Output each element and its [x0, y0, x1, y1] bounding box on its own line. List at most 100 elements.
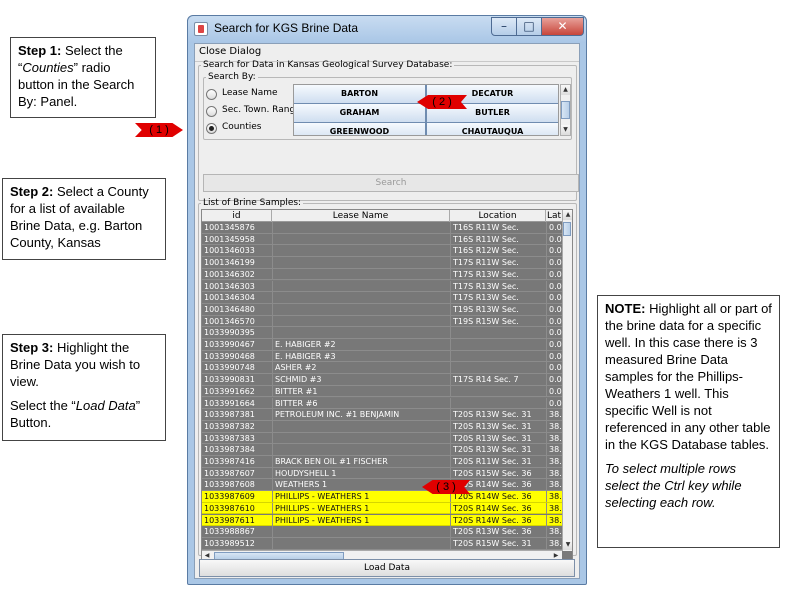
close-window-button[interactable]: ✕: [541, 17, 584, 36]
table-row[interactable]: 1001346480 T19S R13W Sec. 0.0: [202, 303, 562, 316]
app-window: Search for KGS Brine Data – □ ✕ Close Di…: [187, 15, 587, 585]
table-row[interactable]: 1033987416 BRACK BEN OIL #1 FISCHER T20S R…: [202, 456, 562, 468]
note-italic: To select multiple rows select the Ctrl …: [605, 461, 742, 510]
cell-id: 1033990467: [204, 340, 255, 349]
cell-lease-name: [272, 268, 450, 280]
county-graham[interactable]: GRAHAM: [294, 103, 426, 123]
cell-lat: 0.0: [546, 327, 562, 339]
col-header-id[interactable]: id: [202, 210, 272, 222]
county-scrollbar[interactable]: ▲ ▼: [560, 84, 571, 136]
cell-id: 1001346302: [204, 269, 255, 279]
table-row[interactable]: 1033991662 BITTER #1 0.0: [202, 385, 562, 398]
load-data-button[interactable]: Load Data: [199, 559, 575, 577]
cell-location: T20S R13W Sec. 31: [450, 409, 546, 421]
table-row[interactable]: 1001346302 T17S R13W Sec. 0.0: [202, 268, 562, 281]
table-row[interactable]: 1033987609 PHILLIPS - WEATHERS 1 T20S R14W…: [202, 491, 562, 503]
maximize-button[interactable]: □: [516, 17, 542, 36]
cell-lat: 38.26: [546, 409, 562, 421]
col-header-lat[interactable]: Lat: [546, 210, 562, 222]
cell-location: T20S R15W Sec. 36: [450, 467, 546, 479]
county-greenwood[interactable]: GREENWOOD: [294, 122, 426, 135]
table-row[interactable]: 1033987384 T20S R13W Sec. 3138.26: [202, 444, 562, 456]
col-header-lease[interactable]: Lease Name: [272, 210, 450, 222]
cell-lat: 0.0: [546, 374, 562, 386]
table-row[interactable]: 1033987383 T20S R13W Sec. 3138.26: [202, 432, 562, 445]
table-row[interactable]: 1001346199 T17S R11W Sec. 0.0: [202, 257, 562, 269]
cell-location: T20S R11W Sec. 31: [450, 456, 546, 467]
col-header-location[interactable]: Location: [450, 210, 546, 222]
menu-close-dialog[interactable]: Close Dialog: [199, 46, 261, 57]
cell-id: 1001346570: [204, 316, 255, 326]
radio-lease-name-label: Lease Name: [222, 88, 278, 98]
table-scroll-up-icon[interactable]: ▲: [563, 210, 572, 220]
cell-lat: 38.26: [546, 514, 562, 526]
step1-em: Counties: [22, 60, 74, 75]
radio-counties-indicator[interactable]: [206, 123, 217, 134]
table-row[interactable]: 1033990395 0.0: [202, 327, 562, 339]
table-row[interactable]: 1033988867 T20S R13W Sec. 3638.26: [202, 526, 562, 538]
radio-lease-name-indicator[interactable]: [206, 89, 217, 100]
table-row[interactable]: 1033990748 ASHER #2 0.0: [202, 362, 562, 375]
table-row[interactable]: 1033987611 PHILLIPS - WEATHERS 1 T20S R14W…: [202, 514, 562, 527]
table-vscroll-thumb[interactable]: [563, 222, 571, 236]
note-box: NOTE: Highlight all or part of the brine…: [597, 295, 780, 548]
table-row[interactable]: 1001346304 T17S R13W Sec. 0.0: [202, 292, 562, 304]
cell-lease-name: [272, 432, 450, 444]
table-row[interactable]: 1033987610 PHILLIPS - WEATHERS 1 T20S R14W…: [202, 502, 562, 515]
cell-location: T17S R14 Sec. 7: [450, 374, 546, 386]
table-row[interactable]: 1001345876 T16S R11W Sec. 0.0: [202, 222, 562, 234]
cell-lease-name: [272, 537, 450, 549]
cell-id: 1033987381: [204, 410, 255, 420]
cell-lease-name: [272, 444, 450, 456]
table-row[interactable]: 1001346303 T17S R13W Sec. 0.0: [202, 280, 562, 293]
cell-location: [450, 362, 546, 374]
county-chautauqua[interactable]: CHAUTAUQUA: [426, 122, 558, 135]
cell-lease-name: E. HABIGER #3: [272, 350, 450, 362]
table-scroll-down-icon[interactable]: ▼: [563, 540, 572, 550]
step3-text2: Select the “: [10, 398, 76, 413]
cell-lease-name: [272, 303, 450, 315]
cell-id: 1033987610: [204, 503, 255, 513]
table-row[interactable]: 1033989512 T20S R15W Sec. 3138.26: [202, 537, 562, 550]
cell-id: 1033990831: [204, 375, 255, 385]
table-row[interactable]: 1033990467 E. HABIGER #2 0.0: [202, 339, 562, 351]
table-row[interactable]: 1033990831 SCHMID #3 T17S R14 Sec. 7 0.0: [202, 374, 562, 386]
cell-lat: 38.26: [546, 526, 562, 538]
radio-sec-town-range-indicator[interactable]: [206, 106, 217, 117]
table-row[interactable]: 1033987382 T20S R13W Sec. 3138.26: [202, 420, 562, 433]
cell-lat: 38.26: [546, 537, 562, 549]
search-button[interactable]: Search: [203, 174, 579, 192]
cell-lat: 0.0: [546, 257, 562, 269]
county-scroll-thumb[interactable]: [561, 101, 570, 119]
scroll-up-icon[interactable]: ▲: [561, 85, 570, 95]
table-row[interactable]: 1033990468 E. HABIGER #3 0.0: [202, 350, 562, 363]
table-row[interactable]: 1001345958 T16S R11W Sec. 0.0: [202, 233, 562, 246]
step3-lead: Step 3:: [10, 340, 54, 355]
county-grid: BARTON DECATUR GRAHAM BUTLER GREENWOOD C…: [293, 84, 559, 136]
cell-lease-name: [272, 327, 450, 339]
table-row[interactable]: 1033987608 WEATHERS 1 T20S R14W Sec. 36 38.…: [202, 479, 562, 492]
step3-em: Load Data: [75, 398, 136, 413]
cell-location: [450, 339, 546, 350]
table-row[interactable]: 1033991664 BITTER #6 0.0: [202, 397, 562, 410]
cell-id: 1033987384: [204, 445, 255, 455]
table-row[interactable]: 1033987607 HOUDYSHELL 1 T20S R15W Sec. 36 3…: [202, 467, 562, 480]
radio-counties-label: Counties: [222, 122, 262, 132]
table-vertical-scrollbar[interactable]: ▲ ▼: [562, 210, 572, 551]
cell-lat: 0.0: [546, 339, 562, 350]
title-bar[interactable]: Search for KGS Brine Data – □ ✕: [188, 16, 586, 43]
search-panel: Search for Data in Kansas Geological Sur…: [198, 60, 579, 201]
county-barton[interactable]: BARTON: [294, 85, 426, 104]
scroll-down-icon[interactable]: ▼: [561, 125, 570, 135]
table-row[interactable]: 1001346033 T16S R12W Sec. 0.0: [202, 245, 562, 258]
table-row[interactable]: 1033987381 PETROLEUM INC. #1 BENJAMIN T20S…: [202, 409, 562, 421]
cell-id: 1033987609: [204, 492, 255, 502]
table-row[interactable]: 1001346570 T19S R15W Sec. 0.0: [202, 315, 562, 328]
cell-lease-name: SCHMID #3: [272, 374, 450, 386]
cell-id: 1033991662: [204, 386, 255, 396]
cell-lat: 0.0: [546, 350, 562, 362]
step3-note: Step 3: Highlight the Brine Data you wis…: [2, 334, 166, 441]
cell-lat: 0.0: [546, 245, 562, 257]
cell-location: T20S R14W Sec. 36: [450, 514, 546, 526]
minimize-button[interactable]: –: [491, 17, 517, 36]
